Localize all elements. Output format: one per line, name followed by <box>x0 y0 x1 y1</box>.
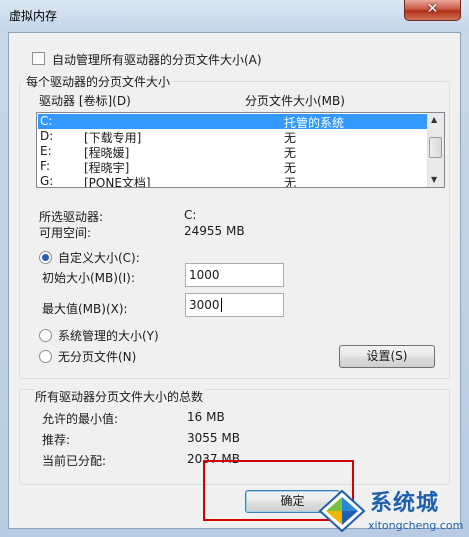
site-watermark: 系统城 xitongcheng.com <box>318 487 469 537</box>
drive-letter: F: <box>40 159 51 173</box>
custom-size-radio[interactable] <box>39 251 52 264</box>
drive-letter: E: <box>40 144 52 158</box>
drive-letter: G: <box>40 174 54 188</box>
drive-row[interactable]: F: [程晓宇] 无 <box>38 159 428 175</box>
dialog-content: 自动管理所有驱动器的分页文件大小(A) 每个驱动器的分页文件大小 驱动器 [卷标… <box>8 32 461 529</box>
initial-size-input[interactable]: 1000 <box>185 263 284 287</box>
listbox-scrollbar[interactable]: ▲ ▼ <box>427 113 444 187</box>
initial-size-label: 初始大小(MB)(I): <box>42 271 135 285</box>
max-size-input[interactable]: 3000 <box>185 293 284 317</box>
scroll-up-arrow-icon[interactable]: ▲ <box>431 115 437 124</box>
drive-row[interactable]: G: [PONE文档] 无 <box>38 174 428 188</box>
column-size-header: 分页文件大小(MB) <box>245 94 345 108</box>
recommended-label: 推荐: <box>42 433 71 447</box>
drive-row[interactable]: D: [下载专用] 无 <box>38 129 428 145</box>
totals-group-title: 所有驱动器分页文件大小的总数 <box>33 388 206 405</box>
title-bar[interactable]: 虚拟内存 ✕ <box>0 0 469 32</box>
free-space-label: 可用空间: <box>39 226 92 240</box>
max-size-value: 3000 <box>189 298 220 312</box>
drive-letter: C: <box>40 114 53 128</box>
drive-paging-size: 无 <box>284 176 297 188</box>
close-icon: ✕ <box>426 1 439 17</box>
custom-size-label: 自定义大小(C): <box>58 251 140 265</box>
drive-volume-label: [PONE文档] <box>84 176 151 188</box>
auto-manage-checkbox[interactable] <box>32 52 45 65</box>
auto-manage-label: 自动管理所有驱动器的分页文件大小(A) <box>52 53 262 67</box>
drive-row[interactable]: C: 托管的系统 <box>38 114 428 130</box>
no-paging-file-radio[interactable] <box>39 350 52 363</box>
system-managed-label: 系统管理的大小(Y) <box>58 329 159 343</box>
window-title: 虚拟内存 <box>9 9 58 23</box>
drive-letter: D: <box>40 129 54 143</box>
watermark-logo-icon <box>318 489 366 533</box>
no-paging-file-label: 无分页文件(N) <box>58 350 137 364</box>
dialog-window: 虚拟内存 ✕ 自动管理所有驱动器的分页文件大小(A) 每个驱动器的分页文件大小 … <box>0 0 469 537</box>
watermark-text: 系统城 <box>370 491 440 516</box>
column-drive-header: 驱动器 [卷标](D) <box>39 94 131 108</box>
drive-listbox[interactable]: C: 托管的系统 D: [下载专用] 无 E: [程晓媛] 无 F: [程晓宇]… <box>36 112 445 188</box>
max-size-label: 最大值(MB)(X): <box>42 302 128 316</box>
close-button[interactable]: ✕ <box>404 0 461 21</box>
min-allowed-label: 允许的最小值: <box>42 412 119 426</box>
min-allowed-value: 16 MB <box>187 410 225 424</box>
recommended-value: 3055 MB <box>187 431 240 445</box>
selected-drive-label: 所选驱动器: <box>39 210 104 224</box>
system-managed-radio[interactable] <box>39 329 52 342</box>
scroll-thumb[interactable] <box>429 137 442 158</box>
free-space-value: 24955 MB <box>184 224 245 238</box>
current-allocated-label: 当前已分配: <box>42 454 107 468</box>
per-drive-group-title: 每个驱动器的分页文件大小 <box>24 73 173 90</box>
drive-row[interactable]: E: [程晓媛] 无 <box>38 144 428 160</box>
watermark-url: xitongcheng.com <box>368 519 464 532</box>
initial-size-value: 1000 <box>189 268 220 282</box>
set-button[interactable]: 设置(S) <box>339 345 435 368</box>
text-cursor <box>220 298 222 312</box>
selected-drive-value: C: <box>184 208 197 222</box>
scroll-down-arrow-icon[interactable]: ▼ <box>431 175 437 184</box>
